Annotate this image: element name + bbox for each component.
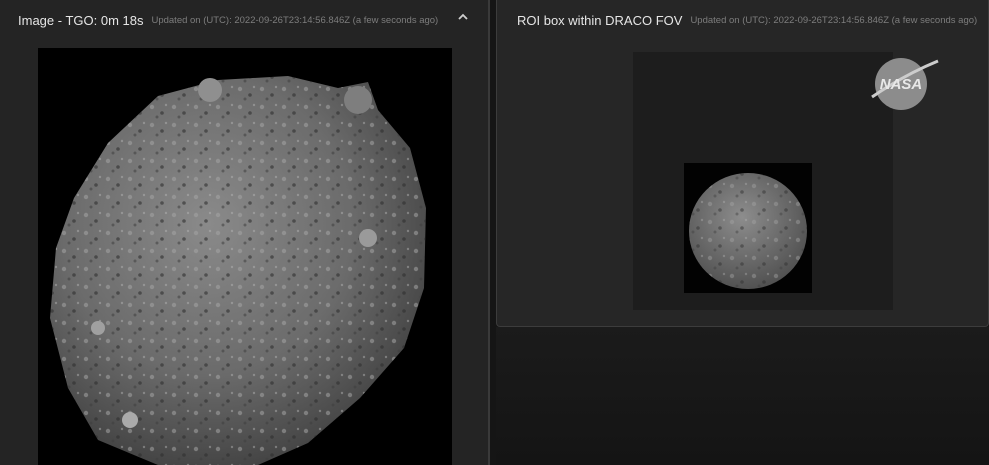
roi-panel-header: ROI box within DRACO FOV Updated on (UTC… bbox=[497, 0, 988, 40]
image-panel-updated: Updated on (UTC): 2022-09-26T23:14:56.84… bbox=[151, 14, 439, 26]
roi-box bbox=[684, 163, 812, 293]
draco-image-viewer bbox=[38, 48, 452, 465]
background-area bbox=[496, 327, 989, 465]
image-panel-title: Image - TGO: 0m 18s bbox=[18, 12, 144, 28]
roi-panel-title: ROI box within DRACO FOV bbox=[517, 12, 683, 28]
chevron-up-icon[interactable] bbox=[456, 10, 470, 24]
roi-panel-updated: Updated on (UTC): 2022-09-26T23:14:56.84… bbox=[690, 14, 978, 26]
nasa-logo: NASA bbox=[868, 55, 940, 113]
image-panel: Image - TGO: 0m 18s Updated on (UTC): 20… bbox=[0, 0, 490, 465]
image-panel-header: Image - TGO: 0m 18s Updated on (UTC): 20… bbox=[0, 0, 488, 40]
nasa-logo-text: NASA bbox=[880, 76, 923, 93]
draco-fov-viewer bbox=[633, 52, 893, 310]
asteroid-image bbox=[50, 76, 426, 465]
roi-asteroid-image bbox=[689, 173, 807, 289]
roi-panel: ROI box within DRACO FOV Updated on (UTC… bbox=[496, 0, 989, 327]
